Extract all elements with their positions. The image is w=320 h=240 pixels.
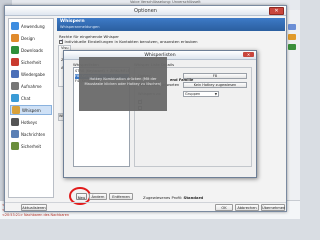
hotkey-capture-text: Hotkey Kombination drücken (Mit der Maus… [84,77,162,86]
hotkeys-icon [11,118,19,126]
update-button[interactable]: Aktualisieren [21,204,47,211]
chat-icon [11,94,19,102]
encryption-status: Voice Verschlüsselung: Unverschlüsselt [130,0,201,4]
sidebar-item-hotkeys[interactable]: Hotkeys [10,117,52,127]
sidebar-item-playback[interactable]: Wiedergabe [10,69,52,79]
whisper-to-select[interactable]: Gruppen ▼ [183,91,219,97]
side-note: end Familie [170,78,194,82]
sidebar-item-label: Chat [21,95,31,101]
capture-icon [11,82,19,90]
sidebar-item-chat[interactable]: Chat [10,93,52,103]
chevron-down-icon: ▼ [214,92,217,96]
section-header: Whispern Whisperanmeldungen [57,18,285,31]
edit-button[interactable]: Ändern [89,193,107,200]
sidebar-item-security[interactable]: Sicherheit [10,57,52,67]
new-button[interactable]: Neu [76,193,87,200]
rights-option-label: Individuelle Einstellungen in Kontakten … [64,39,198,44]
sidebar-item-whisper[interactable]: Whispern [10,105,52,115]
rights-option-row[interactable]: Individuelle Einstellungen in Kontakten … [59,39,198,44]
sidebar-item-security-2[interactable]: Sicherheit [10,141,52,151]
options-sidebar: Anwendung Design Downloads Sicherheit Wi… [8,18,54,198]
sidebar-item-label: Wiedergabe [21,71,46,77]
sidebar-item-label: Nachrichten [21,131,46,137]
ok-button[interactable]: OK [215,204,233,211]
application-icon [11,22,19,30]
sidebar-item-downloads[interactable]: Downloads [10,45,52,55]
cancel-button[interactable]: Abbrechen [235,204,259,211]
options-title: Optionen [134,7,157,14]
hotkey-capture-overlay[interactable]: Hotkey Kombination drücken (Mit der Maus… [79,57,167,111]
sidebar-item-label: Hotkeys [21,119,38,125]
close-icon[interactable]: ✕ [269,7,284,15]
sidebar-item-label: Downloads [21,47,43,53]
whisper-icon [12,106,20,114]
section-subtitle: Whisperanmeldungen [60,25,100,29]
sidebar-item-design[interactable]: Design [10,33,52,43]
sidebar-item-messages[interactable]: Nachrichten [10,129,52,139]
log-line: <20:53:21> Nachbaren des Nachbaren [2,213,69,217]
panel-icon[interactable] [288,44,296,50]
whisper-to-value: Gruppen [185,92,201,96]
design-icon [11,34,19,42]
sidebar-item-label: Whispern [22,107,41,113]
sidebar-item-application[interactable]: Anwendung [10,21,52,31]
sidebar-item-label: Aufnahme [21,83,42,89]
panel-icon[interactable] [288,34,296,40]
profile-label: Zugewiesenes Profil: Standard [143,195,203,200]
sidebar-item-label: Sicherheit [21,143,42,149]
section-title: Whispern [60,19,85,24]
sidebar-item-label: Anwendung [21,23,45,29]
options-titlebar: Optionen ✕ [5,6,286,16]
sidebar-item-label: Sicherheit [21,59,42,65]
remove-button[interactable]: Entfernen [109,193,133,200]
sidebar-item-label: Design [21,35,35,41]
downloads-icon [11,46,19,54]
background-right-panel [285,10,300,200]
playback-icon [11,70,19,78]
sidebar-item-capture[interactable]: Aufnahme [10,81,52,91]
rights-checkbox[interactable] [59,39,64,44]
messages-icon [11,130,19,138]
panel-icon[interactable] [288,24,296,30]
profile-value: Standard [183,195,204,200]
reply-hotkey-button[interactable]: Kein Hotkey zugewiesen [183,82,247,88]
security-icon [11,142,19,150]
apply-button[interactable]: Übernehmen [261,204,285,211]
security-icon [11,58,19,66]
divider [5,202,286,203]
close-icon[interactable]: ✕ [243,52,254,57]
profile-label-text: Zugewiesenes Profil: [143,195,183,200]
